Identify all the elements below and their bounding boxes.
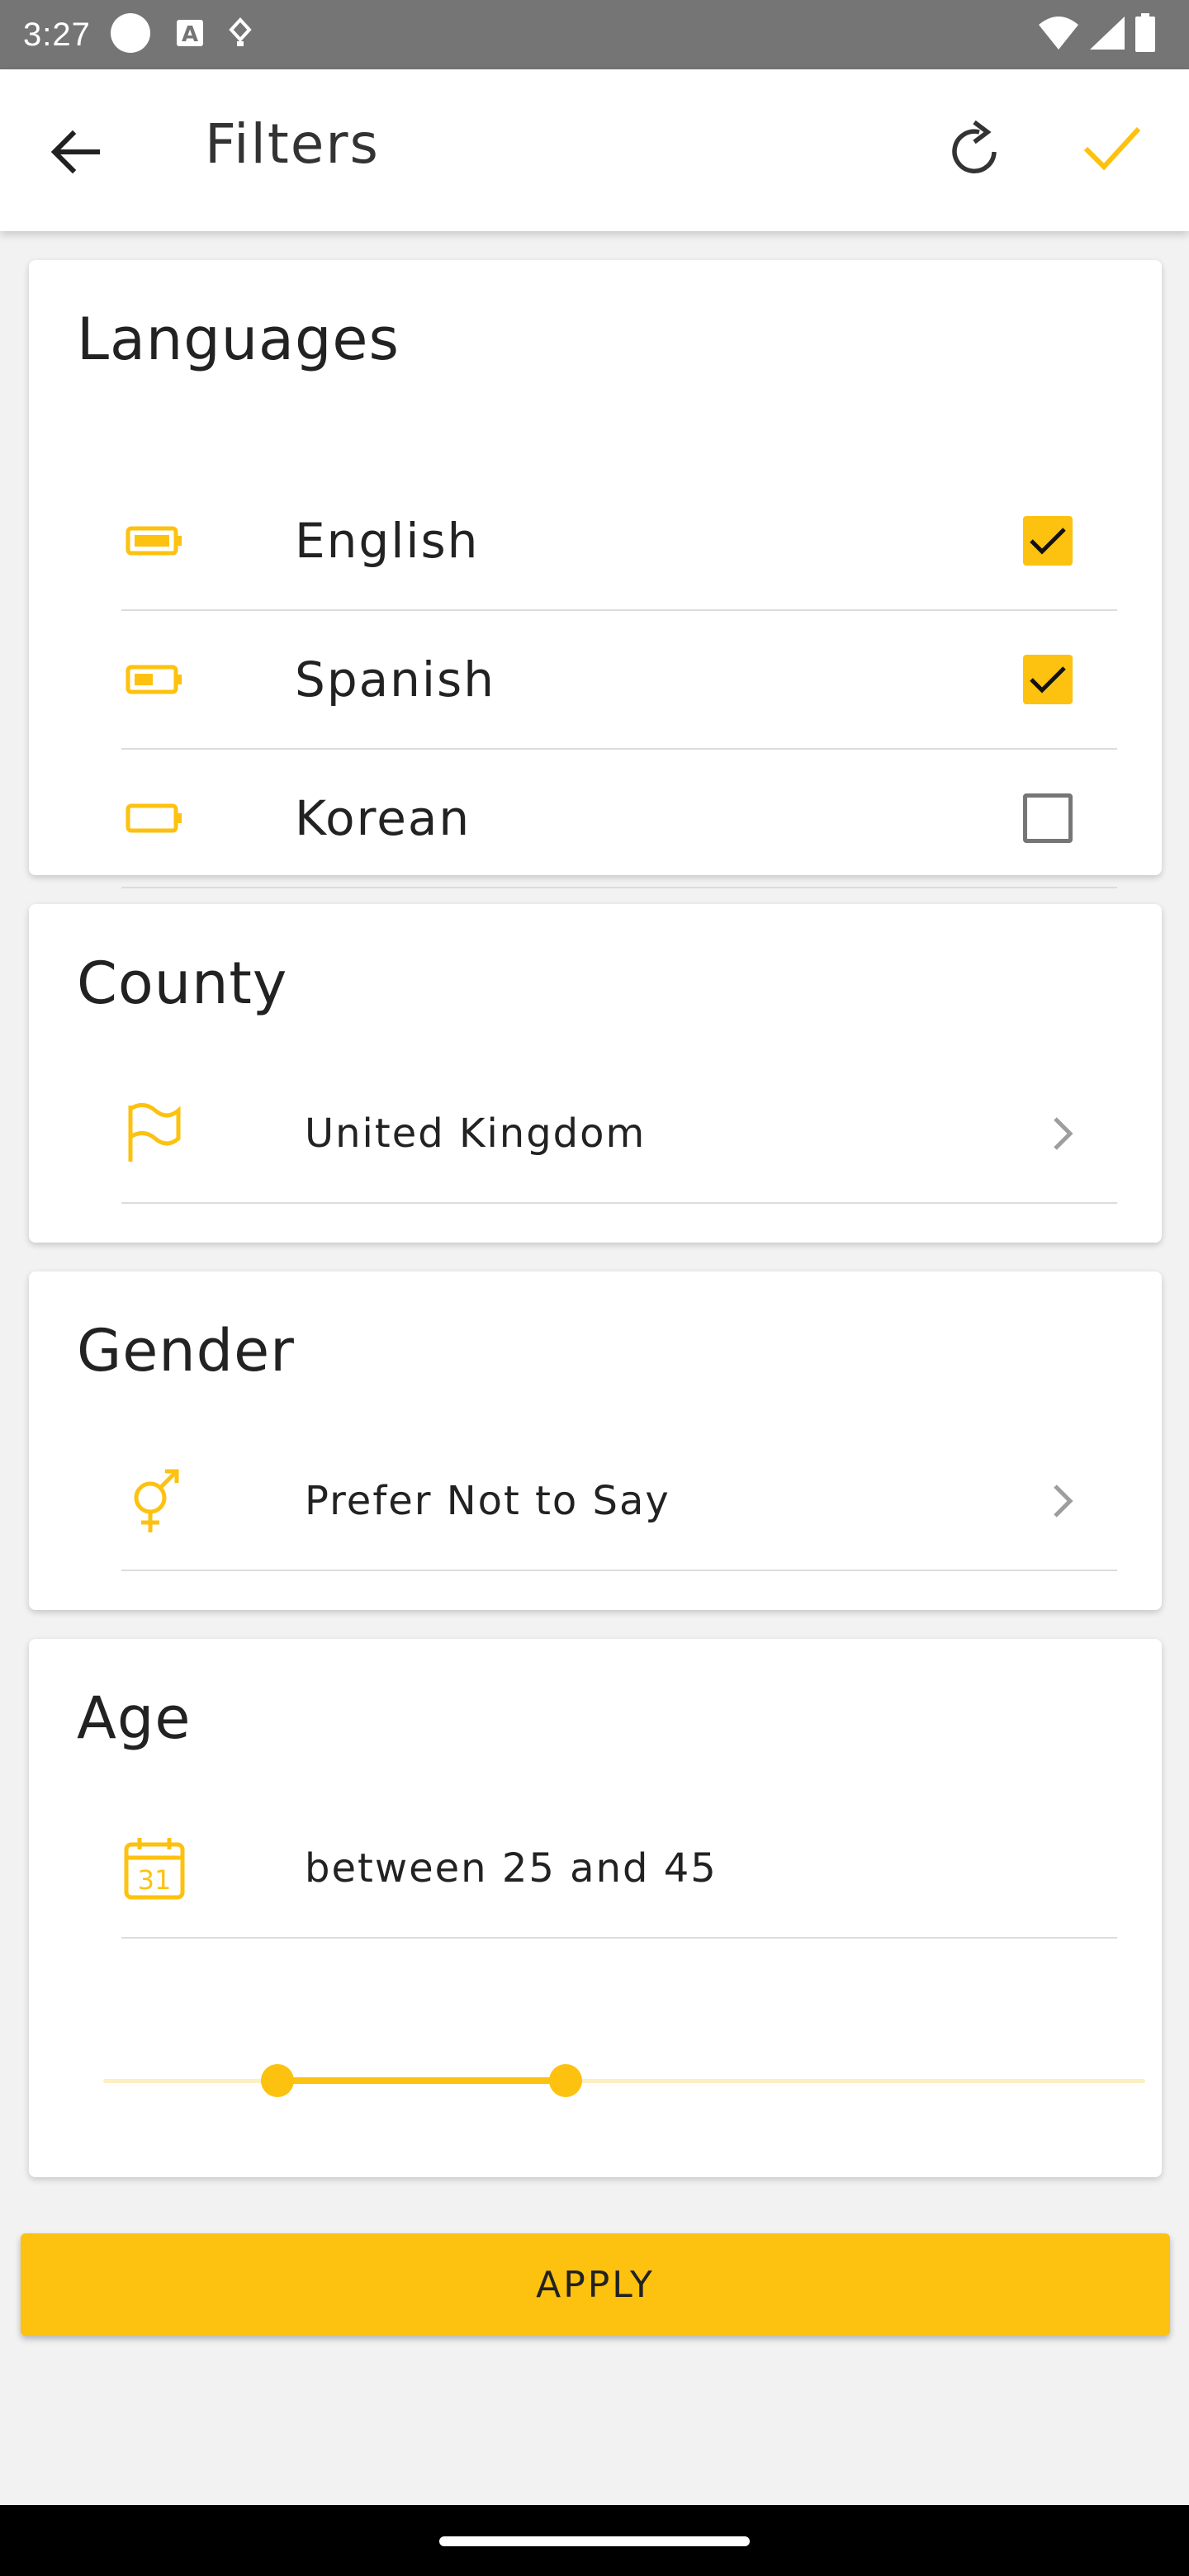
language-row-english[interactable]: English [121,472,1117,611]
age-selector[interactable]: 31 between 25 and 45 [121,1800,1117,1939]
confirm-button[interactable] [1078,116,1147,185]
slider-fill [277,2077,566,2084]
calendar-icon: 31 [121,1835,187,1901]
languages-title: Languages [77,305,400,373]
korean-checkbox[interactable] [1023,793,1073,843]
back-button[interactable] [41,121,107,187]
age-value: between 25 and 45 [305,1845,718,1892]
language-label: Spanish [295,651,496,708]
language-label: English [295,513,480,569]
refresh-button[interactable] [941,116,1011,185]
wifi-icon [1037,15,1080,54]
gender-selector[interactable]: Prefer Not to Say [121,1432,1117,1571]
arrow-back-icon [48,125,101,182]
age-title: Age [77,1684,192,1752]
gender-title: Gender [77,1317,295,1385]
county-title: County [77,949,288,1017]
check-icon [1082,124,1142,177]
age-card: Age 31 between 25 and 45 [29,1639,1162,2177]
slider-thumb-min[interactable] [260,2064,294,2097]
navigation-bar [0,2505,1189,2576]
language-label: Korean [295,790,471,846]
svg-text:31: 31 [138,1864,172,1896]
signal-icon [1088,15,1126,54]
page-title: Filters [205,112,380,176]
font-a-icon: A [175,18,205,51]
gender-icon [121,1468,187,1534]
circle-icon [109,12,152,58]
status-right-icons [1037,0,1156,69]
app-bar: Filters [0,69,1189,231]
chevron-right-icon [1046,1113,1079,1154]
battery-half-icon [121,646,187,713]
language-row-spanish[interactable]: Spanish [121,611,1117,750]
battery-empty-icon [121,785,187,851]
status-left-icons: A [109,12,253,58]
status-time: 3:27 [23,16,91,53]
languages-card: Languages English Spanish Korean [29,260,1162,888]
spanish-checkbox[interactable] [1023,655,1073,704]
svg-text:A: A [182,22,198,47]
language-row-korean[interactable]: Korean [121,750,1117,888]
chevron-right-icon [1046,1480,1079,1522]
gender-value: Prefer Not to Say [305,1478,670,1524]
county-selector[interactable]: United Kingdom [121,1065,1117,1204]
county-card: County United Kingdom [29,904,1162,1243]
slider-track [103,2079,1145,2083]
home-indicator[interactable] [439,2536,750,2546]
slider-thumb-max[interactable] [549,2064,583,2097]
status-bar: 3:27 A [0,0,1189,69]
battery-icon [1135,13,1156,56]
gender-card: Gender Prefer Not to Say [29,1271,1162,1610]
apply-button[interactable]: APPLY [21,2233,1170,2336]
flag-icon [121,1101,187,1167]
battery-full-icon [121,508,187,574]
refresh-icon [946,116,1006,185]
english-checkbox[interactable] [1023,516,1073,566]
age-range-slider[interactable] [103,2056,1145,2105]
county-value: United Kingdom [305,1110,647,1157]
debug-icon [228,17,253,53]
